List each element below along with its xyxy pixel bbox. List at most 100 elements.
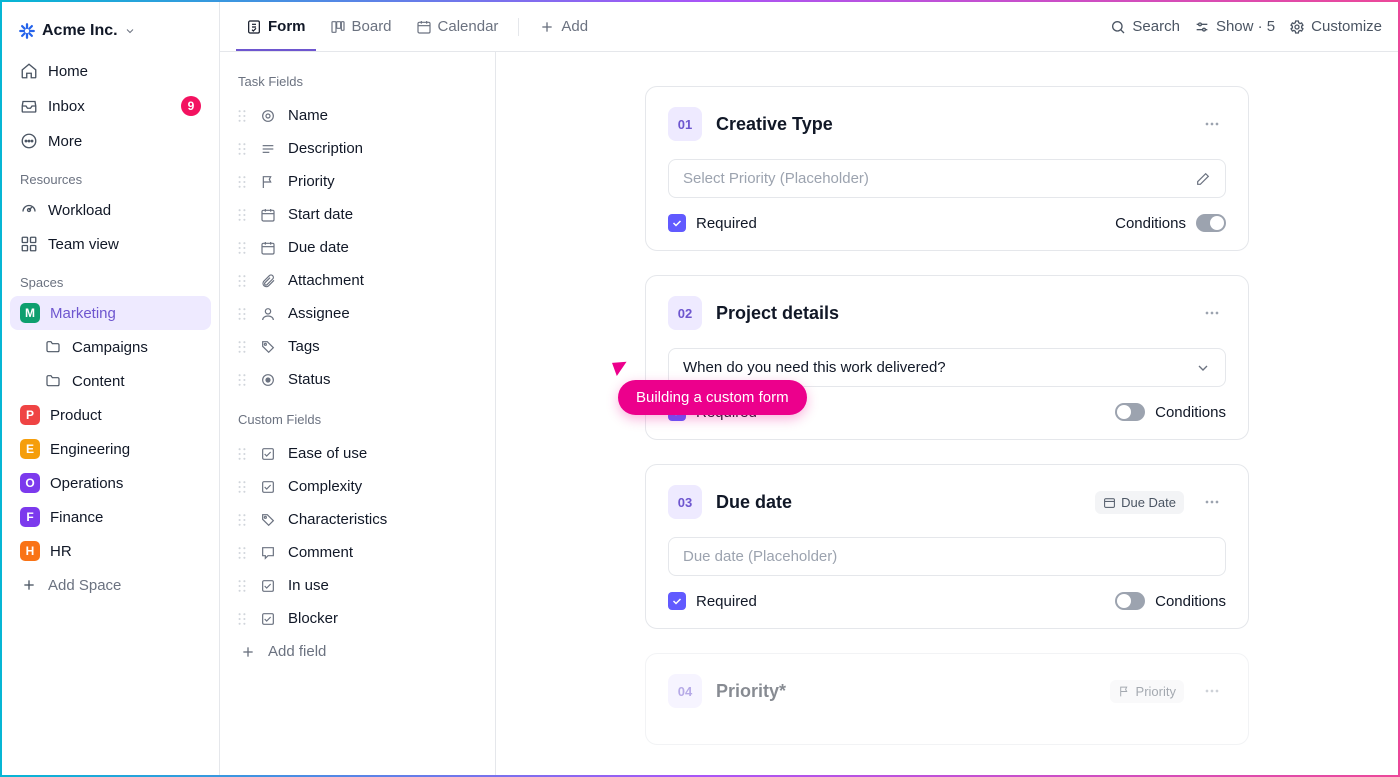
grip-icon[interactable] (238, 274, 248, 288)
space-label: Marketing (50, 305, 116, 322)
question-title[interactable]: Project details (716, 303, 1184, 324)
grip-icon[interactable] (238, 513, 248, 527)
tab-label: Calendar (438, 18, 499, 35)
sidebar-space[interactable]: E Engineering (10, 432, 211, 466)
field-type-icon (260, 240, 276, 256)
question-number: 03 (668, 485, 702, 519)
form-icon (246, 19, 262, 35)
customize-button[interactable]: Customize (1289, 18, 1382, 35)
tab-label: Add (561, 18, 588, 35)
plus-icon (240, 644, 256, 660)
conditions-toggle[interactable] (1115, 403, 1145, 421)
sidebar-space[interactable]: F Finance (10, 500, 211, 534)
cursor-tooltip: Building a custom form (618, 380, 807, 415)
field-type-icon (260, 339, 276, 355)
grip-icon[interactable] (238, 241, 248, 255)
field-label: Complexity (288, 478, 362, 495)
question-title[interactable]: Creative Type (716, 114, 1184, 135)
field-item[interactable]: Status (232, 363, 483, 396)
field-item[interactable]: Tags (232, 330, 483, 363)
card-menu-button[interactable] (1198, 677, 1226, 705)
conditions-toggle[interactable] (1115, 592, 1145, 610)
card-menu-button[interactable] (1198, 488, 1226, 516)
field-item[interactable]: In use (232, 569, 483, 602)
question-input[interactable]: Due date (Placeholder) (668, 537, 1226, 576)
grip-icon[interactable] (238, 373, 248, 387)
more-icon (20, 132, 38, 150)
card-menu-button[interactable] (1198, 299, 1226, 327)
conditions-toggle[interactable] (1196, 214, 1226, 232)
nav-team-view[interactable]: Team view (10, 227, 211, 261)
field-item[interactable]: Description (232, 132, 483, 165)
field-item[interactable]: Name (232, 99, 483, 132)
nav-more[interactable]: More (10, 124, 211, 158)
subspace-label: Content (72, 373, 125, 390)
add-space-button[interactable]: Add Space (10, 568, 211, 602)
tab-form[interactable]: Form (236, 2, 316, 51)
nav-workload[interactable]: Workload (10, 193, 211, 227)
required-checkbox[interactable] (668, 214, 686, 232)
field-item[interactable]: Blocker (232, 602, 483, 635)
grip-icon[interactable] (238, 142, 248, 156)
field-type-icon (260, 479, 276, 495)
card-menu-button[interactable] (1198, 110, 1226, 138)
tab-calendar[interactable]: Calendar (406, 2, 509, 51)
field-item[interactable]: Comment (232, 536, 483, 569)
action-label: Customize (1311, 18, 1382, 35)
space-chip: P (20, 405, 40, 425)
input-text: Due date (Placeholder) (683, 548, 837, 565)
field-item[interactable]: Start date (232, 198, 483, 231)
grip-icon[interactable] (238, 579, 248, 593)
field-item[interactable]: Ease of use (232, 437, 483, 470)
calendar-icon (416, 19, 432, 35)
show-button[interactable]: Show · 5 (1194, 18, 1275, 35)
search-button[interactable]: Search (1110, 18, 1180, 35)
sliders-icon (1194, 19, 1210, 35)
field-type-icon (260, 512, 276, 528)
field-item[interactable]: Attachment (232, 264, 483, 297)
form-question-card[interactable]: 04 Priority* Priority (645, 653, 1249, 745)
action-label: Show · 5 (1216, 18, 1275, 35)
add-field-button[interactable]: Add field (232, 635, 483, 668)
sidebar-subspace[interactable]: Content (10, 364, 211, 398)
nav-home[interactable]: Home (10, 54, 211, 88)
grip-icon[interactable] (238, 546, 248, 560)
field-item[interactable]: Assignee (232, 297, 483, 330)
sidebar-space[interactable]: H HR (10, 534, 211, 568)
form-question-card[interactable]: 02 Project details When do you need this… (645, 275, 1249, 440)
question-title[interactable]: Priority* (716, 681, 1096, 702)
sidebar-space[interactable]: M Marketing (10, 296, 211, 330)
grip-icon[interactable] (238, 109, 248, 123)
grip-icon[interactable] (238, 447, 248, 461)
tab-board[interactable]: Board (320, 2, 402, 51)
nav-inbox[interactable]: Inbox 9 (10, 88, 211, 124)
sidebar-space[interactable]: P Product (10, 398, 211, 432)
task-fields-header: Task Fields (232, 74, 483, 99)
org-switcher[interactable]: Acme Inc. (10, 8, 211, 54)
grip-icon[interactable] (238, 307, 248, 321)
sidebar-subspace[interactable]: Campaigns (10, 330, 211, 364)
grip-icon[interactable] (238, 340, 248, 354)
grip-icon[interactable] (238, 208, 248, 222)
field-item[interactable]: Priority (232, 165, 483, 198)
question-title[interactable]: Due date (716, 492, 1081, 513)
form-question-card[interactable]: 01 Creative Type Select Priority (Placeh… (645, 86, 1249, 251)
grip-icon[interactable] (238, 612, 248, 626)
form-question-card[interactable]: 03 Due date Due Date Due date (Placehold… (645, 464, 1249, 629)
field-label: Assignee (288, 305, 350, 322)
pencil-icon[interactable] (1195, 171, 1211, 187)
field-type-icon (260, 174, 276, 190)
chevron-icon[interactable] (1195, 360, 1211, 376)
field-item[interactable]: Characteristics (232, 503, 483, 536)
question-input[interactable]: Select Priority (Placeholder) (668, 159, 1226, 198)
field-item[interactable]: Complexity (232, 470, 483, 503)
field-label: In use (288, 577, 329, 594)
required-checkbox[interactable] (668, 592, 686, 610)
grip-icon[interactable] (238, 175, 248, 189)
field-item[interactable]: Due date (232, 231, 483, 264)
sidebar-space[interactable]: O Operations (10, 466, 211, 500)
field-type-icon (260, 207, 276, 223)
tab-add-view[interactable]: Add (529, 2, 598, 51)
section-spaces: Spaces (10, 261, 211, 296)
grip-icon[interactable] (238, 480, 248, 494)
